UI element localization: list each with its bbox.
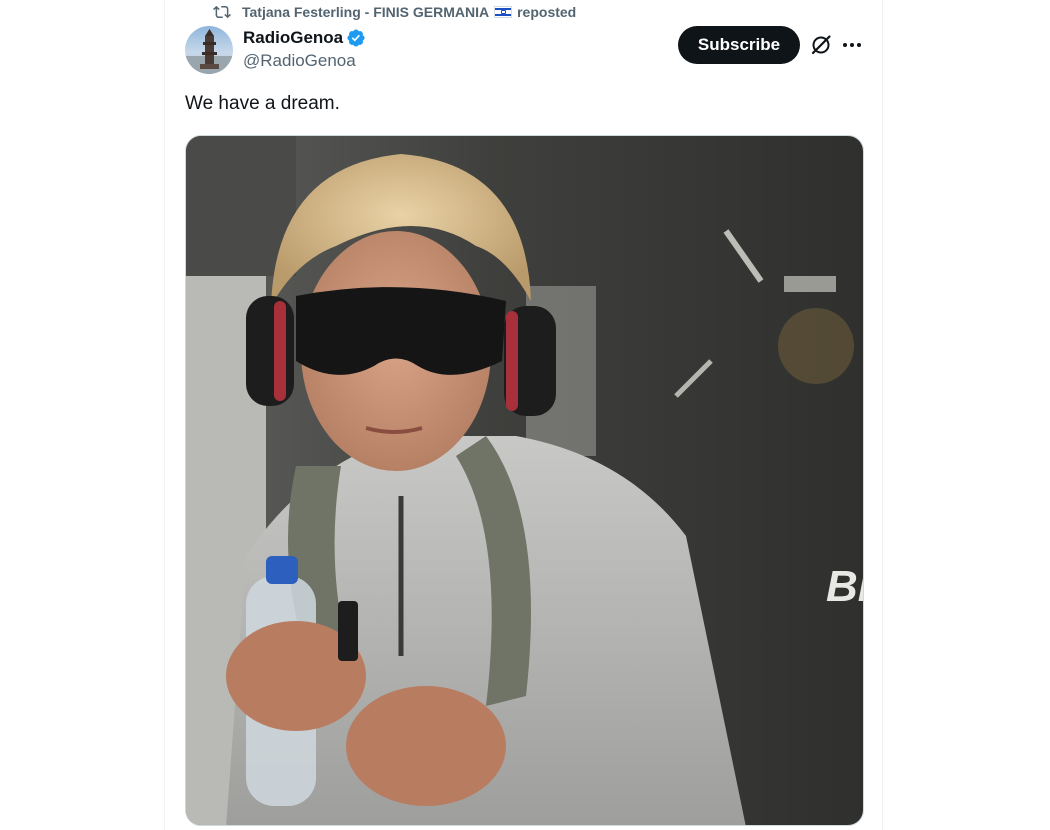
subscribe-button[interactable]: Subscribe	[678, 26, 800, 64]
israel-flag-icon	[494, 6, 513, 18]
display-name-text[interactable]: RadioGenoa	[243, 28, 343, 48]
verified-badge-icon[interactable]	[346, 28, 366, 48]
tweet-text: We have a dream.	[185, 93, 340, 114]
tweet-photo[interactable]: BE	[185, 135, 864, 826]
grok-icon[interactable]	[810, 34, 832, 56]
author-display-name[interactable]: RadioGenoa	[243, 28, 366, 48]
avatar[interactable]	[185, 26, 233, 74]
svg-text:BE: BE	[826, 562, 864, 611]
author-handle[interactable]: @RadioGenoa	[243, 51, 356, 71]
more-options-icon[interactable]	[841, 34, 863, 56]
reposted-label: reposted	[517, 4, 577, 20]
reposter-name[interactable]: Tatjana Festerling - FINIS GERMANIA	[242, 4, 489, 20]
repost-indicator[interactable]: Tatjana Festerling - FINIS GERMANIA repo…	[213, 2, 576, 22]
repost-icon	[213, 3, 231, 21]
tweet-card[interactable]: Tatjana Festerling - FINIS GERMANIA repo…	[164, 0, 883, 830]
